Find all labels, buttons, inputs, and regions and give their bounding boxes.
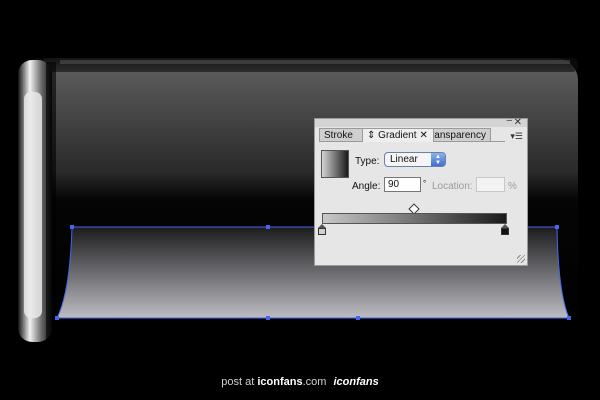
tab-gradient[interactable]: ⇕ Gradient ✕ <box>362 128 434 142</box>
panel-tabs: Stroke ⇕ Gradient✕ Transparency <box>319 127 505 142</box>
footer-suffix: .com <box>302 376 327 388</box>
angle-label: Angle: <box>352 181 381 192</box>
gradient-swatch[interactable] <box>321 150 349 178</box>
gradient-panel: – ✕ Stroke ⇕ Gradient✕ Transparency ▾☰ T… <box>314 116 528 266</box>
select-arrows-icon: ▲ ▼ <box>431 153 445 166</box>
type-label: Type: <box>355 156 380 167</box>
minimize-icon[interactable]: – <box>506 116 512 126</box>
footer-logo: iconfans <box>333 376 379 388</box>
location-label: Location: <box>432 181 473 192</box>
gradient-stop-right[interactable] <box>501 224 509 235</box>
tab-close-icon[interactable]: ✕ <box>420 130 428 141</box>
tab-stroke[interactable]: Stroke <box>319 128 363 141</box>
panel-titlebar[interactable] <box>315 119 527 127</box>
footer-site: iconfans <box>257 376 303 388</box>
close-icon[interactable]: ✕ <box>514 118 522 128</box>
degree-symbol: ° <box>423 179 427 188</box>
gradient-stop-left[interactable] <box>318 224 326 235</box>
angle-input[interactable]: 90 <box>384 177 421 192</box>
type-select[interactable]: Linear ▲ ▼ <box>384 152 446 167</box>
type-value: Linear <box>390 154 418 165</box>
resize-grip-icon[interactable] <box>517 255 525 263</box>
panel-menu-icon[interactable]: ▾☰ <box>510 131 523 142</box>
location-input[interactable] <box>476 177 505 192</box>
footer-credit: post at iconfans.com iconfans <box>0 376 600 388</box>
gradient-ramp[interactable] <box>322 213 507 224</box>
tab-transparency[interactable]: Transparency <box>433 128 491 141</box>
battery-cap <box>18 60 56 342</box>
footer-prefix: post at <box>221 376 255 388</box>
tab-arrows-icon: ⇕ <box>367 130 376 141</box>
percent-symbol: % <box>508 181 517 192</box>
